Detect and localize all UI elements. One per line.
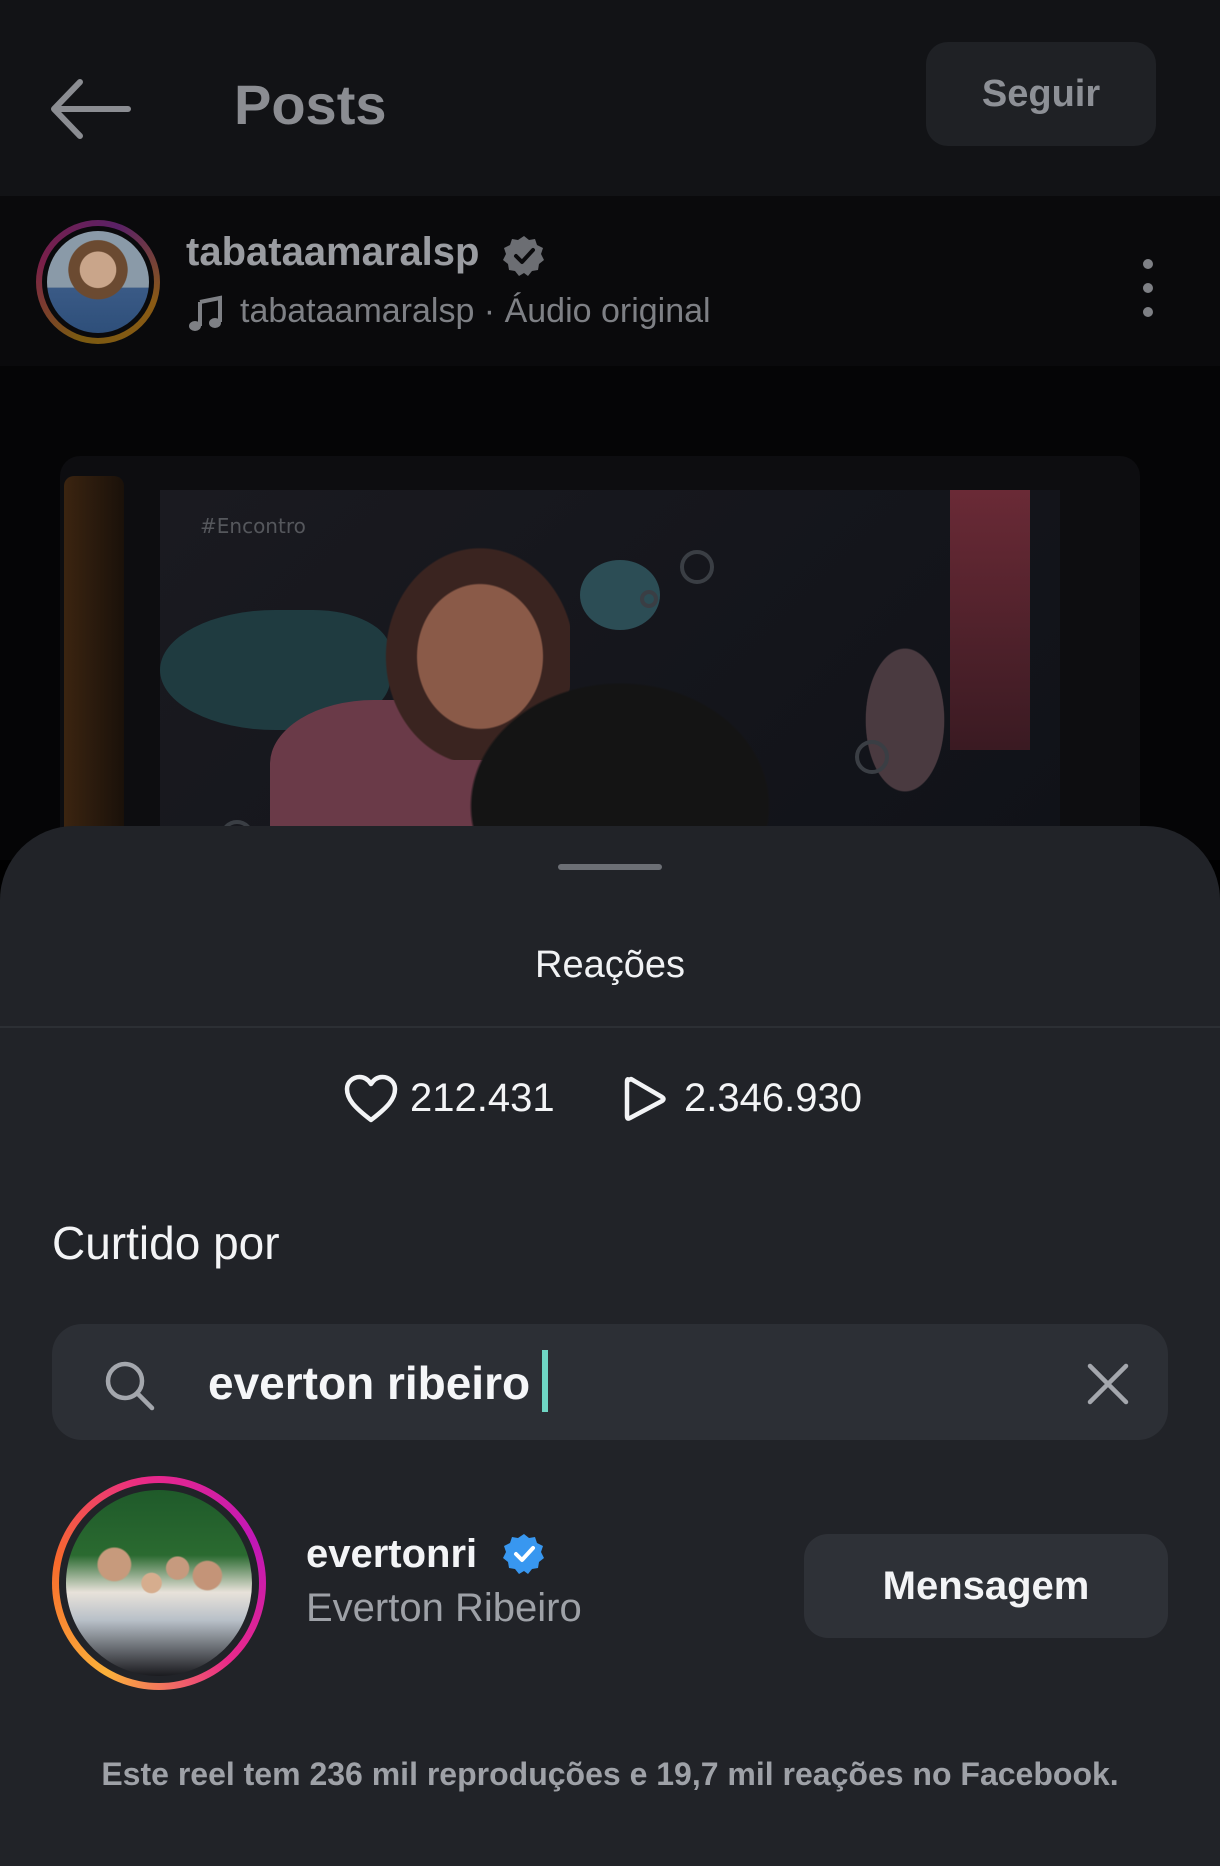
plays-count: 2.346.930 xyxy=(684,1076,862,1120)
likes-count: 212.431 xyxy=(410,1076,555,1120)
more-vertical-icon[interactable] xyxy=(1136,256,1160,320)
video-frame: #Encontro xyxy=(160,490,1060,860)
back-arrow-icon xyxy=(51,79,131,139)
result-full-name: Everton Ribeiro xyxy=(306,1586,582,1630)
follow-button[interactable]: Seguir xyxy=(926,42,1156,146)
list-item[interactable]: evertonri Everton Ribeiro Mensagem xyxy=(52,1476,1168,1696)
music-note-icon xyxy=(189,295,222,331)
heart-icon xyxy=(344,1074,398,1123)
search-icon xyxy=(105,1361,155,1411)
result-username[interactable]: evertonri xyxy=(306,1532,477,1577)
search-bar[interactable] xyxy=(52,1324,1168,1440)
avatar[interactable] xyxy=(52,1476,266,1690)
message-button[interactable]: Mensagem xyxy=(804,1534,1168,1638)
verified-icon xyxy=(503,1534,544,1574)
drag-handle[interactable] xyxy=(558,864,662,870)
post-author-avatar[interactable] xyxy=(36,220,160,344)
facebook-stats-note: Este reel tem 236 mil reproduções e 19,7… xyxy=(101,1756,1119,1792)
background-page: Posts Seguir tabataamaralsp tabataamaral… xyxy=(0,0,1220,860)
back-button[interactable] xyxy=(48,76,132,142)
video-watermark: #Encontro xyxy=(200,514,306,538)
text-cursor xyxy=(542,1350,548,1412)
reaction-stats: 212.431 2.346.930 xyxy=(0,1070,1220,1130)
search-input[interactable] xyxy=(208,1352,908,1414)
post-audio-label[interactable]: tabataamaralsp · Áudio original xyxy=(240,292,711,331)
post-header: tabataamaralsp tabataamaralsp · Áudio or… xyxy=(0,196,1220,366)
close-icon[interactable] xyxy=(1086,1362,1130,1406)
divider xyxy=(0,1026,1220,1028)
liked-by-heading: Curtido por xyxy=(52,1217,280,1269)
reactions-sheet: Reações 212.431 2.346.930 Curtido por ev… xyxy=(0,826,1220,1866)
sheet-title: Reações xyxy=(535,944,685,986)
page-title: Posts xyxy=(234,73,387,136)
post-author-username[interactable]: tabataamaralsp xyxy=(186,230,479,275)
verified-icon xyxy=(503,236,544,276)
top-bar: Posts Seguir xyxy=(0,0,1220,196)
play-icon xyxy=(624,1076,666,1121)
video-player[interactable]: #Encontro xyxy=(0,366,1220,860)
